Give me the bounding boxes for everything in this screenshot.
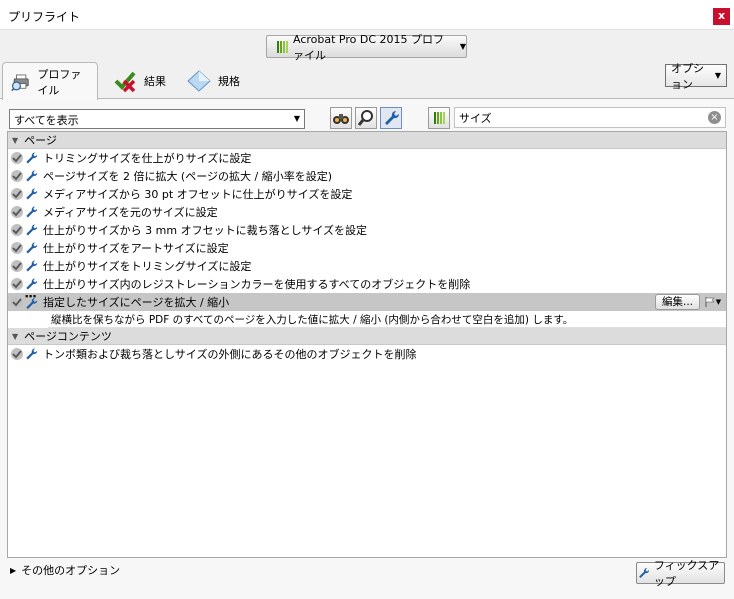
more-options-label: その他のオプション [21,564,121,577]
list-item-label: トンボ類および裁ち落としサイズの外側にあるその他のオブジェクトを削除 [43,348,417,361]
list-item[interactable]: メディアサイズを元のサイズに設定 [8,203,726,221]
fixup-button[interactable]: フィックスアップ [636,559,725,588]
list-item[interactable]: ページサイズを 2 倍に拡大 (ページの拡大 / 縮小率を設定) [8,167,726,185]
bar-chart-icon [433,112,445,124]
chevron-down-icon: ▼ [293,114,300,123]
list-item[interactable]: トリミングサイズを仕上がりサイズに設定 [8,149,726,167]
tab-profiles-label: プロファイル [37,67,82,97]
options-button[interactable]: オプション ▼ [665,62,727,91]
tab-standards-label: 規格 [218,74,240,88]
list-item-label: 仕上がりサイズ内のレジストレーションカラーを使用するすべてのオブジェクトを削除 [43,278,471,291]
list-item-label: トリミングサイズを仕上がりサイズに設定 [43,152,252,165]
check-icon [11,242,23,254]
close-button[interactable]: x [713,8,730,25]
tab-results-label: 結果 [144,74,166,88]
check-cross-icon [114,71,136,92]
list-item[interactable]: 仕上がりサイズから 3 mm オフセットに裁ち落としサイズを設定 [8,221,726,239]
fixup-list: ▼ ページ トリミングサイズを仕上がりサイズに設定 ページサイズを 2 倍に拡大… [7,131,727,558]
list-item[interactable]: 仕上がりサイズをトリミングサイズに設定 [8,257,726,275]
search-input[interactable]: サイズ × [454,107,726,128]
chevron-down-icon: ▼ [459,42,466,51]
edit-button[interactable]: 編集... [654,294,700,310]
section-title: ページ [24,134,57,147]
selected-list-item[interactable]: 指定したサイズにページを拡大 / 縮小 編集... ▼ [8,293,726,311]
check-icon [11,260,23,272]
fixup-button-label: フィックスアップ [653,559,720,588]
section-header-page-content[interactable]: ▼ ページコンテンツ [8,328,726,345]
show-checks-only-button[interactable] [355,107,377,129]
window-title: プリフライト [8,10,81,24]
tab-standards[interactable]: 規格 [178,62,248,99]
list-item-label: 仕上がりサイズをトリミングサイズに設定 [43,260,252,273]
tab-profiles[interactable]: プロファイル [2,62,98,100]
profile-filter-button[interactable] [428,107,450,129]
check-icon [11,188,23,200]
wrench-icon [639,568,650,578]
wrench-icon [23,169,39,183]
list-item[interactable]: 仕上がりサイズ内のレジストレーションカラーを使用するすべてのオブジェクトを削除 [8,275,726,293]
list-item-label: メディアサイズを元のサイズに設定 [43,206,218,219]
flag-menu-button[interactable]: ▼ [702,294,724,310]
wrench-icon [23,151,39,165]
more-options-toggle[interactable]: ▶ その他のオプション [10,562,120,578]
magnifier-icon [357,110,373,126]
bar-chart-icon [277,40,288,53]
show-checks-button[interactable] [330,107,352,129]
list-item-label: ページサイズを 2 倍に拡大 (ページの拡大 / 縮小率を設定) [43,170,332,183]
binoculars-icon [333,114,349,124]
check-icon [11,152,23,164]
check-icon [11,206,23,218]
list-item-label: 仕上がりサイズをアートサイズに設定 [43,242,229,255]
printer-magnifier-icon [11,74,29,91]
item-description: 縦横比を保ちながら PDF のすべてのページを入力した値に拡大 / 縮小 (内側… [48,311,726,328]
check-icon [11,296,23,308]
options-button-label: オプション [671,61,704,91]
list-item-label: 仕上がりサイズから 3 mm オフセットに裁ち落としサイズを設定 [43,224,368,237]
list-item[interactable]: トンボ類および裁ち落としサイズの外側にあるその他のオブジェクトを削除 [8,345,726,363]
check-icon [11,278,23,290]
show-fixups-button[interactable] [380,107,402,129]
wrench-icon [23,259,39,273]
diamond-icon [187,69,211,92]
tab-results[interactable]: 結果 [104,62,174,99]
profile-dropdown[interactable]: Acrobat Pro DC 2015 プロファイル ▼ [266,33,467,62]
profile-dropdown-label: Acrobat Pro DC 2015 プロファイル [293,32,445,62]
filter-select-value: すべてを表示 [14,114,79,127]
list-item-label: メディアサイズから 30 pt オフセットに仕上がりサイズを設定 [43,188,353,201]
clear-icon[interactable]: × [708,111,721,124]
list-item[interactable]: メディアサイズから 30 pt オフセットに仕上がりサイズを設定 [8,185,726,203]
collapse-triangle-icon: ▼ [12,331,19,341]
section-title: ページコンテンツ [24,330,112,343]
collapse-triangle-icon: ▼ [12,135,19,145]
wrench-dots-icon [23,295,39,309]
wrench-icon [23,223,39,237]
filter-select[interactable]: すべてを表示 ▼ [9,109,305,129]
list-item[interactable]: 仕上がりサイズをアートサイズに設定 [8,239,726,257]
list-item-label: 指定したサイズにページを拡大 / 縮小 [43,296,230,309]
wrench-icon [23,205,39,219]
expand-triangle-icon: ▶ [10,565,17,575]
check-icon [11,348,23,360]
wrench-icon [23,277,39,291]
wrench-icon [23,347,39,361]
chevron-down-icon: ▼ [715,298,722,306]
section-header-page[interactable]: ▼ ページ [8,132,726,149]
flag-icon [705,297,715,307]
item-description-text: 縦横比を保ちながら PDF のすべてのページを入力した値に拡大 / 縮小 (内側… [51,313,574,326]
chevron-down-icon: ▼ [714,71,721,80]
search-input-value: サイズ [459,112,492,125]
check-icon [11,170,23,182]
title-bar: プリフライト x [0,0,734,30]
wrench-icon [23,187,39,201]
check-icon [11,224,23,236]
wrench-icon [23,241,39,255]
wrench-icon [385,110,400,125]
